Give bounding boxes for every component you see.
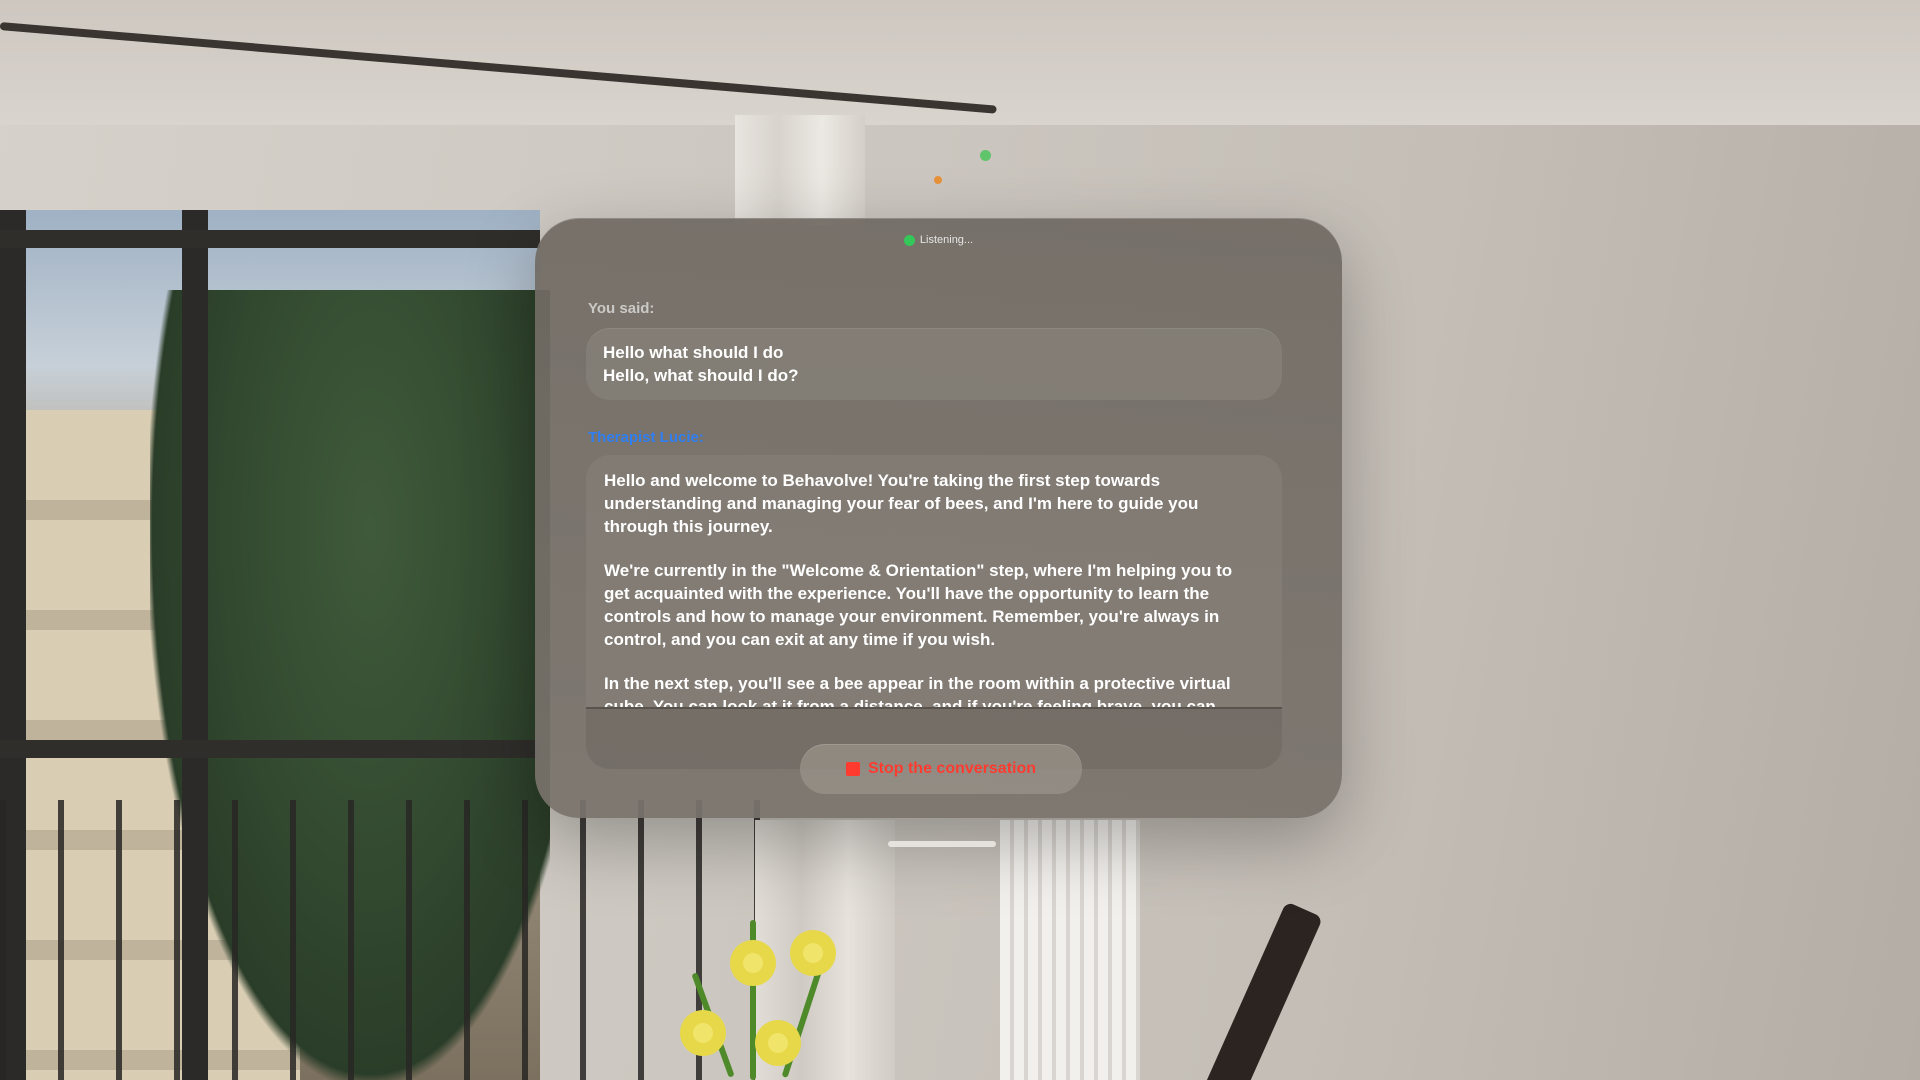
listening-status: Listening...	[535, 234, 1342, 246]
user-label: You said:	[588, 300, 655, 317]
curtain-upper	[735, 115, 865, 225]
balcony-railing	[0, 800, 760, 1080]
therapist-label: Therapist Lucie:	[588, 429, 704, 446]
user-line: Hello, what should I do?	[603, 366, 799, 385]
user-line: Hello what should I do	[603, 343, 784, 362]
radiator	[1000, 820, 1140, 1080]
window-frame-rail	[0, 740, 540, 758]
virtual-flowers	[660, 880, 860, 1080]
therapist-paragraph: In the next step, you'll see a bee appea…	[604, 674, 1231, 709]
stop-square-icon	[845, 762, 860, 776]
user-message-bubble: Hello what should I do Hello, what shoul…	[586, 328, 1282, 400]
conversation-window: Listening... You said: Hello what should…	[535, 218, 1342, 818]
therapist-message-scroll[interactable]: Hello and welcome to Behavolve! You're t…	[586, 455, 1282, 709]
status-text: Listening...	[919, 234, 974, 247]
stop-button-label: Stop the conversation	[867, 760, 1037, 777]
therapist-paragraph: We're currently in the "Welcome & Orient…	[604, 561, 1233, 649]
window-frame-top	[0, 230, 540, 248]
window-grabber[interactable]	[888, 841, 996, 847]
privacy-indicator-green	[980, 150, 991, 161]
status-dot-icon	[903, 234, 915, 246]
therapist-paragraph: Hello and welcome to Behavolve! You're t…	[604, 471, 1199, 536]
stop-conversation-button[interactable]: Stop the conversation	[800, 744, 1082, 794]
privacy-indicator-orange	[934, 176, 942, 184]
